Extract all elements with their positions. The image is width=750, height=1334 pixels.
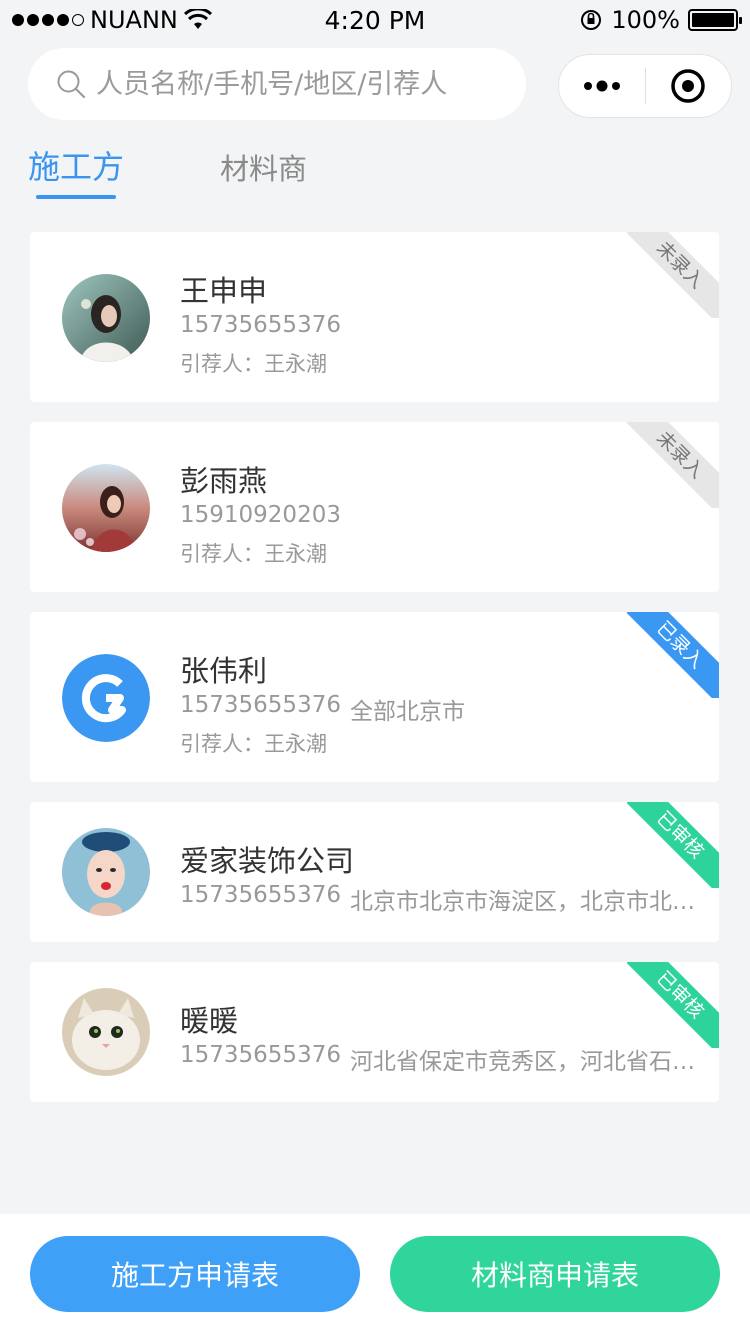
phone-number: 15735655376 [180,1042,341,1068]
status-ribbon: 已审核 [627,802,719,888]
status-ribbon: 未录入 [627,232,719,318]
phone-number: 15735655376 [180,882,341,908]
region: 全部北京市 [350,699,465,725]
avatar [62,828,150,916]
avatar [62,274,150,362]
status-badge: 未录入 [627,422,719,508]
tab-contractor[interactable]: 施工方 [28,142,124,188]
status-left: NUANN [12,6,252,34]
person-name: 暖暖 [180,1004,239,1038]
status-badge: 未录入 [627,232,719,318]
person-name: 张伟利 [180,654,268,688]
list-item[interactable]: 王申申 15735655376 引荐人：王永潮 未录入 [30,232,719,402]
battery-icon [687,9,742,31]
list-item[interactable]: 爱家装饰公司 15735655376 北京市北京市海淀区，北京市北京... 已审… [30,802,719,942]
status-badge: 已审核 [627,802,719,888]
status-right: 100% [498,6,742,34]
supplier-form-button[interactable]: 材料商申请表 [390,1236,720,1312]
carrier-name: NUANN [90,6,178,34]
list-item[interactable]: 暖暖 15735655376 河北省保定市竞秀区，河北省石家... 已审核 [30,962,719,1102]
active-tab-indicator [36,195,116,199]
phone-number: 15735655376 [180,692,341,718]
search-input[interactable] [96,68,496,100]
tab-bar: 施工方 材料商 [0,130,750,202]
avatar [62,988,150,1076]
status-bar: NUANN 4:20 PM 100% [0,0,750,40]
brand-logo-icon [62,654,150,742]
status-ribbon: 未录入 [627,422,719,508]
phone-number: 15910920203 [180,502,341,528]
mini-program-capsule [558,54,732,118]
status-ribbon: 已审核 [627,962,719,1048]
person-name: 王申申 [180,274,268,308]
rotation-lock-icon [581,10,602,30]
status-badge: 已审核 [627,962,719,1048]
signal-icon [12,14,84,26]
search-icon [57,70,86,99]
phone-number: 15735655376 [180,312,341,338]
list-item[interactable]: 张伟利 15735655376 全部北京市 引荐人：王永潮 已录入 [30,612,719,782]
more-button[interactable] [559,55,645,117]
status-ribbon: 已录入 [627,612,719,698]
avatar [62,654,150,742]
bottom-action-bar: 施工方申请表 材料商申请表 [0,1214,750,1334]
more-icon [583,80,620,92]
clock: 4:20 PM [324,5,426,35]
wifi-icon [183,9,212,29]
referrer: 引荐人：王永潮 [180,542,327,566]
status-badge: 已录入 [627,612,719,698]
list-item[interactable]: 彭雨燕 15910920203 引荐人：王永潮 未录入 [30,422,719,592]
person-name: 爱家装饰公司 [180,844,355,878]
avatar [62,464,150,552]
tab-supplier[interactable]: 材料商 [220,146,307,188]
referrer: 引荐人：王永潮 [180,732,327,756]
search-bar[interactable] [28,48,526,120]
referrer: 引荐人：王永潮 [180,352,327,376]
battery-percent: 100% [611,6,680,34]
close-miniprogram-button[interactable] [646,55,732,117]
target-icon [671,69,705,103]
person-name: 彭雨燕 [180,464,268,498]
contractor-form-button[interactable]: 施工方申请表 [30,1236,360,1312]
